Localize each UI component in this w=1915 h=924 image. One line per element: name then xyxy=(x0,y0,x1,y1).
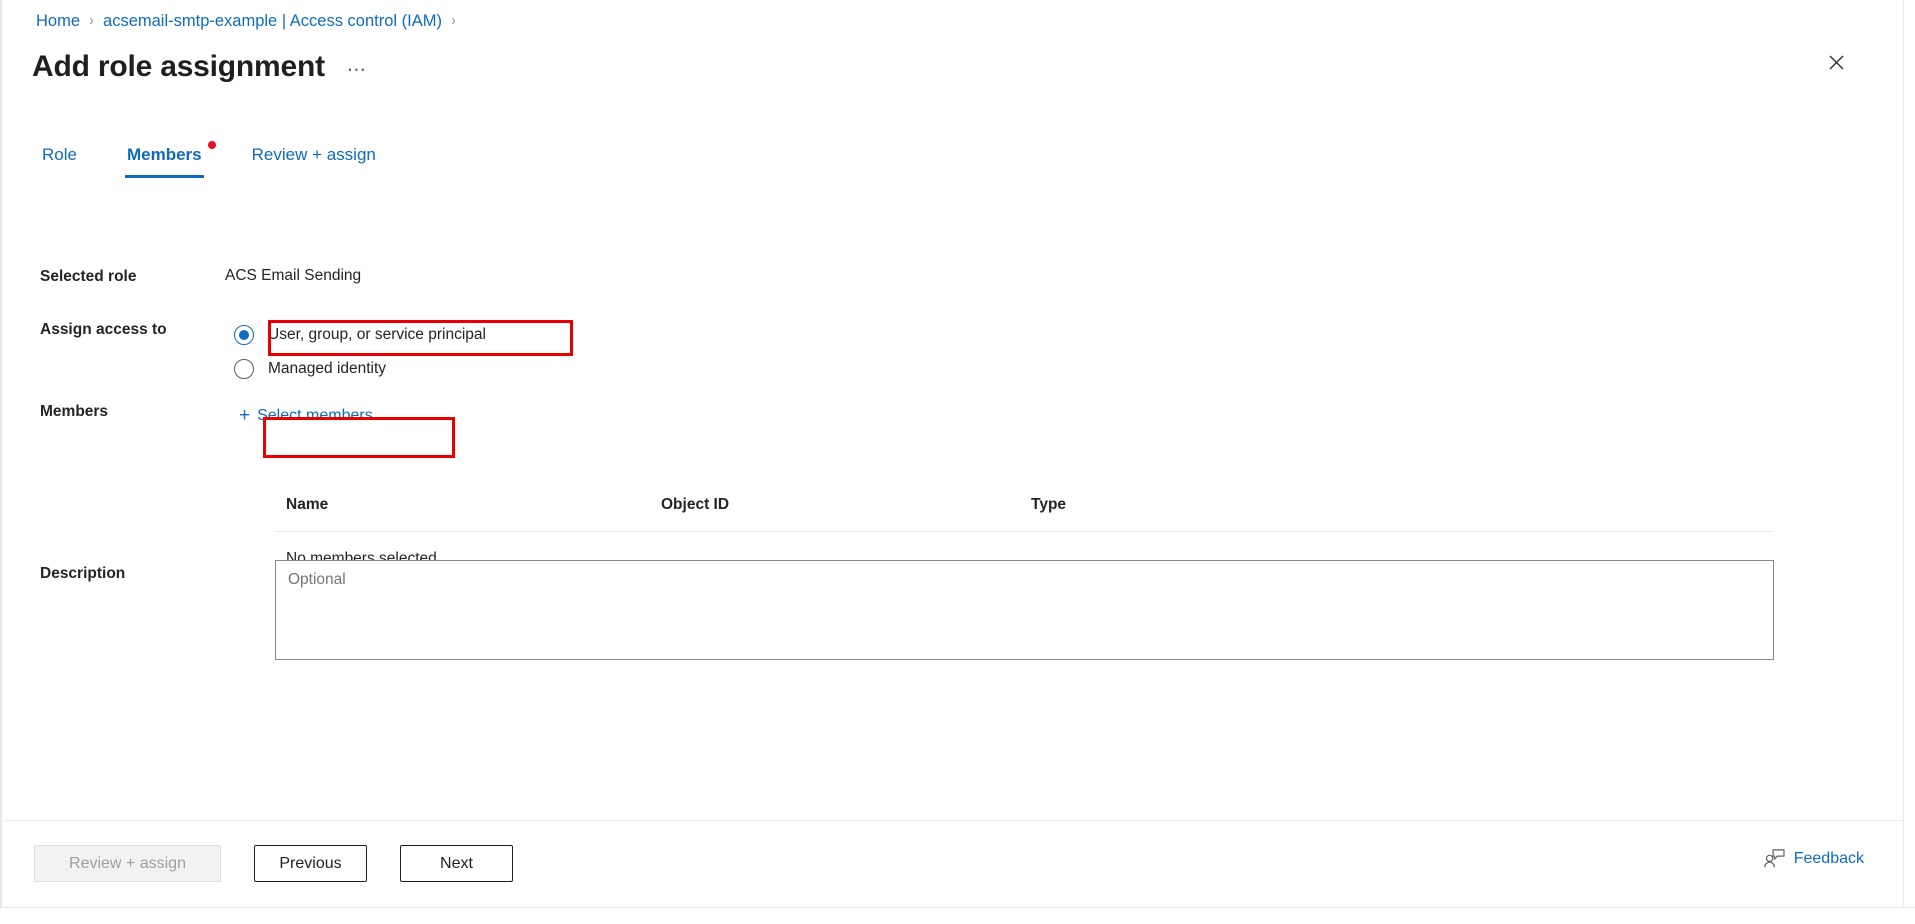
selected-role-row: Selected role ACS Email Sending xyxy=(40,265,361,288)
selected-role-label: Selected role xyxy=(40,265,225,288)
bottom-strip xyxy=(0,907,1915,924)
page-title: Add role assignment xyxy=(32,48,325,86)
members-label: Members xyxy=(40,400,225,423)
breadcrumb-item-home[interactable]: Home xyxy=(36,10,80,32)
members-row: Members + Select members xyxy=(40,400,381,431)
members-table-header: Name Object ID Type xyxy=(275,495,1774,532)
tab-role-label: Role xyxy=(42,145,77,164)
feedback-label: Feedback xyxy=(1794,850,1864,868)
review-assign-button[interactable]: Review + assign xyxy=(34,845,221,882)
tab-review-assign-label: Review + assign xyxy=(252,145,376,164)
radio-user-group-service-principal[interactable]: User, group, or service principal xyxy=(225,318,500,352)
tab-review-assign[interactable]: Review + assign xyxy=(250,143,378,178)
description-input[interactable] xyxy=(275,560,1774,660)
chevron-right-icon: › xyxy=(89,10,93,32)
tab-members[interactable]: Members xyxy=(125,143,204,178)
blade-right-rail xyxy=(1903,0,1915,924)
close-button[interactable] xyxy=(1819,45,1853,79)
column-header-name: Name xyxy=(275,495,661,515)
close-icon xyxy=(1829,55,1844,70)
assign-access-to-radio-group: User, group, or service principal Manage… xyxy=(225,318,500,386)
radio-managed-identity-label: Managed identity xyxy=(268,360,386,378)
chevron-right-icon-trailing: › xyxy=(451,10,455,32)
previous-button[interactable]: Previous xyxy=(254,845,367,882)
radio-selected-icon xyxy=(234,325,254,345)
radio-user-group-service-principal-label: User, group, or service principal xyxy=(268,326,486,344)
next-button[interactable]: Next xyxy=(400,845,513,882)
description-label: Description xyxy=(40,562,225,585)
footer-bar: Review + assign Previous Next Feedback xyxy=(4,820,1904,907)
more-options-icon[interactable]: ⋯ xyxy=(347,65,367,77)
feedback-icon xyxy=(1764,849,1785,868)
plus-icon: + xyxy=(239,408,250,424)
title-row: Add role assignment ⋯ xyxy=(32,44,367,86)
feedback-button[interactable]: Feedback xyxy=(1764,849,1864,868)
add-role-assignment-blade: Home › acsemail-smtp-example | Access co… xyxy=(0,0,1915,924)
wizard-tabs: Role Members Review + assign xyxy=(40,143,424,183)
breadcrumb: Home › acsemail-smtp-example | Access co… xyxy=(36,10,465,32)
footer-buttons: Review + assign Previous Next xyxy=(34,845,546,882)
required-dot-icon xyxy=(208,141,216,149)
tab-members-label: Members xyxy=(127,145,202,164)
radio-managed-identity[interactable]: Managed identity xyxy=(225,352,500,386)
breadcrumb-item-access-control[interactable]: acsemail-smtp-example | Access control (… xyxy=(103,10,442,32)
description-row: Description xyxy=(40,562,225,585)
column-header-type: Type xyxy=(1031,495,1774,515)
radio-unselected-icon xyxy=(234,359,254,379)
assign-access-to-row: Assign access to User, group, or service… xyxy=(40,318,500,386)
select-members-label: Select members xyxy=(257,407,373,425)
select-members-button[interactable]: + Select members xyxy=(233,401,381,431)
tab-role[interactable]: Role xyxy=(40,143,79,178)
column-header-object-id: Object ID xyxy=(661,495,1031,515)
selected-role-value: ACS Email Sending xyxy=(225,265,361,287)
assign-access-to-label: Assign access to xyxy=(40,318,225,341)
